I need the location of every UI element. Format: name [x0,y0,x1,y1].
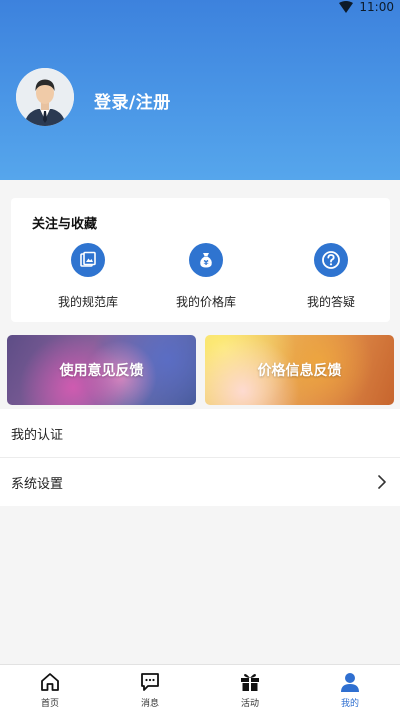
my-qa-button[interactable]: 我的答疑 [281,243,381,310]
nav-label: 首页 [40,699,59,709]
menu-item-system-settings[interactable]: 系统设置 [0,458,400,506]
my-standards-library-button[interactable]: 我的规范库 [38,243,138,310]
tab-messages[interactable]: 消息 [100,665,200,710]
menu-item-label: 系统设置 [11,476,64,492]
usage-feedback-banner[interactable]: 使用意见反馈 [7,335,196,405]
fav-item-label: 我的价格库 [175,295,236,309]
my-price-library-button[interactable]: ¥ 我的价格库 [156,243,256,310]
user-icon [341,673,359,692]
document-library-icon [71,243,105,277]
banner-label: 使用意见反馈 [59,363,144,379]
menu-item-label: 我的认证 [11,427,64,443]
bottom-nav: 首页 消息 活动 我的 [0,664,400,710]
tab-mine[interactable]: 我的 [300,665,400,710]
tab-home[interactable]: 首页 [0,665,100,710]
status-time: 11:00 [359,0,394,14]
nav-label: 消息 [140,699,159,709]
nav-label: 我的 [340,699,359,709]
favorites-title: 关注与收藏 [32,217,98,232]
banner-label: 价格信息反馈 [257,363,342,379]
price-feedback-banner[interactable]: 价格信息反馈 [205,335,394,405]
message-icon [141,673,159,691]
menu-item-my-certification[interactable]: 我的认证 [0,409,400,457]
svg-text:¥: ¥ [204,259,209,267]
profile-header: 11:00 登录/注册 [0,0,400,180]
avatar-person-icon [16,68,74,126]
nav-label: 活动 [240,699,259,709]
tab-activities[interactable]: 活动 [200,665,300,710]
favorites-card: 关注与收藏 我的规范库 ¥ 我的价格库 我的答疑 [11,198,390,322]
wifi-icon [339,1,354,13]
fav-item-label: 我的答疑 [306,295,355,309]
gift-icon [241,674,259,691]
fav-item-label: 我的规范库 [57,295,118,309]
login-register-link[interactable]: 登录/注册 [94,88,171,113]
chevron-right-icon [378,475,386,489]
home-icon [41,673,59,691]
avatar[interactable] [16,68,74,126]
money-bag-icon: ¥ [189,243,223,277]
question-icon [314,243,348,277]
status-bar: 11:00 [339,0,394,14]
